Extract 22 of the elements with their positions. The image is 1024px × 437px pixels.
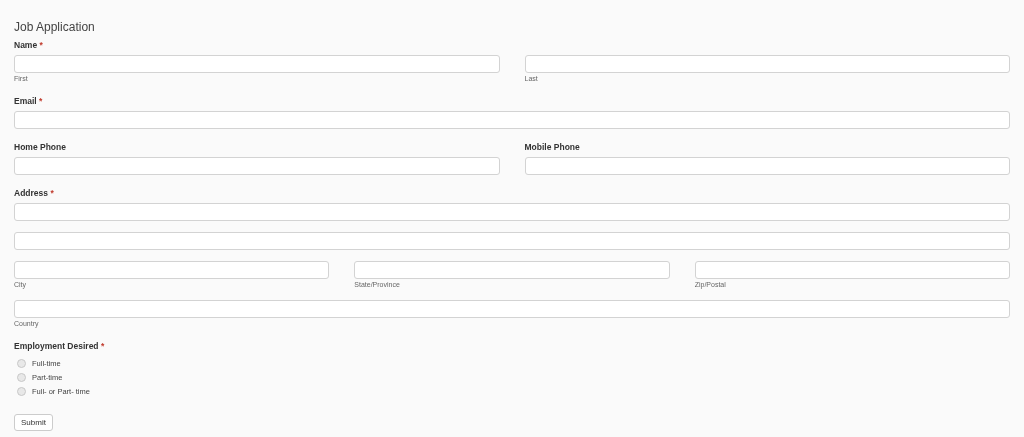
text-input[interactable] [14, 157, 500, 175]
submit-button[interactable]: Submit [14, 414, 53, 431]
field-label: Employment Desired * [14, 341, 105, 352]
form-title: Job Application [14, 19, 95, 35]
field-label: Email * [14, 96, 43, 107]
text-input[interactable] [14, 203, 1010, 221]
text-input[interactable] [14, 300, 1010, 318]
text-input[interactable] [14, 261, 330, 279]
text-input[interactable] [354, 261, 670, 279]
radio-button[interactable] [17, 372, 26, 382]
field-label: Mobile Phone [524, 142, 580, 153]
text-input[interactable] [14, 232, 1010, 250]
radio-button[interactable] [17, 386, 26, 396]
text-input[interactable] [524, 157, 1010, 175]
field-label: Address * [14, 188, 54, 199]
radio-button[interactable] [17, 358, 26, 368]
text-input[interactable] [14, 111, 1010, 129]
text-input[interactable] [524, 55, 1010, 73]
field-label: Name * [14, 40, 43, 51]
text-input[interactable] [694, 261, 1010, 279]
text-input[interactable] [14, 55, 500, 73]
field-label: Home Phone [14, 142, 66, 153]
